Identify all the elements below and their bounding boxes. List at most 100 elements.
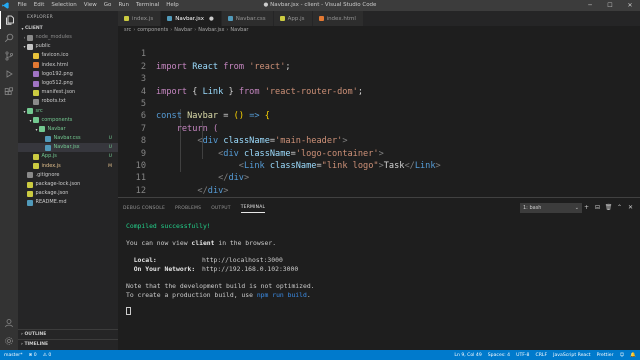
terminal-select[interactable]: 1: bash ⌄ (520, 203, 582, 213)
tree-file[interactable]: logo512.png (18, 79, 118, 88)
editor-tab[interactable]: index.js (118, 11, 162, 26)
code-editor[interactable]: 1 import React from 'react'; 2 3 import … (118, 35, 640, 208)
file-icon (27, 172, 33, 179)
file-icon (279, 16, 285, 21)
menu-run[interactable]: Run (115, 0, 133, 11)
tree-file[interactable]: logo192.png (18, 70, 118, 79)
breadcrumb-item[interactable]: Navbar.jsx (198, 26, 224, 35)
tree-file[interactable]: package-lock.json (18, 180, 118, 189)
prod-build-note: To create a production build, use npm ru… (126, 290, 311, 299)
maximize-button[interactable]: ☐ (600, 0, 620, 11)
encoding[interactable]: UTF-8 (516, 353, 529, 358)
formatter[interactable]: Prettier (597, 353, 614, 358)
menu-edit[interactable]: Edit (30, 0, 48, 11)
tree-item-label: index.html (41, 61, 69, 68)
indentation[interactable]: Spaces: 4 (488, 353, 510, 358)
close-window-button[interactable]: ✕ (620, 0, 640, 11)
branch-indicator[interactable]: master* (4, 353, 23, 358)
code-text: const Navbar = () => { (156, 111, 270, 122)
git-status-badge: U (108, 145, 112, 151)
close-panel-icon[interactable]: ✕ (625, 203, 636, 213)
tree-folder[interactable]: ▾ Navbar (18, 125, 118, 134)
file-icon (124, 16, 129, 21)
account-icon[interactable] (0, 314, 18, 332)
tree-file[interactable]: App.js U (18, 152, 118, 161)
tree-folder[interactable]: › node_modules (18, 33, 118, 42)
timeline-section[interactable]: › TIMELINE (18, 339, 118, 348)
outline-label: OUTLINE (24, 332, 47, 337)
feedback-icon[interactable]: ☺ (619, 353, 624, 358)
tree-file[interactable]: .gitignore (18, 171, 118, 180)
tree-item-label: src (35, 107, 43, 114)
minimize-button[interactable]: ─ (580, 0, 600, 11)
tree-file[interactable]: package.json (18, 189, 118, 198)
file-icon (45, 144, 51, 151)
code-text: <div className='logo-container'> (218, 148, 384, 159)
split-terminal-icon[interactable]: ⊟ (592, 203, 603, 213)
code-line: 4 (118, 73, 146, 97)
menu-selection[interactable]: Selection (48, 0, 80, 11)
extensions-icon[interactable] (0, 83, 18, 101)
panel-actions: + ⊟ 🗑 ⌃ ✕ (581, 203, 636, 213)
bell-icon[interactable]: 🔔 (630, 353, 636, 358)
tree-file[interactable]: favicon.ico (18, 51, 118, 60)
tree-folder[interactable]: ▾ public (18, 42, 118, 51)
editor-tab[interactable]: Navbar.css (221, 11, 274, 26)
language-mode[interactable]: JavaScript React (553, 353, 590, 358)
cursor-position[interactable]: Ln 9, Col 49 (454, 353, 481, 358)
activity-bar-bottom (0, 314, 18, 350)
trash-icon[interactable]: 🗑 (603, 203, 614, 213)
tree-file[interactable]: manifest.json (18, 88, 118, 97)
menu-view[interactable]: View (80, 0, 100, 11)
editor-tab[interactable]: Navbar.jsx ● (161, 11, 222, 26)
run-debug-icon[interactable] (0, 65, 18, 83)
menu-help[interactable]: Help (163, 0, 183, 11)
menu-file[interactable]: File (14, 0, 30, 11)
error-count[interactable]: ⊗ 0 (29, 353, 37, 358)
explorer-icon[interactable] (0, 11, 18, 29)
terminal-output[interactable]: Compiled successfully! You can now view … (126, 222, 315, 317)
workspace-folder[interactable]: ▾ CLIENT (18, 25, 118, 33)
unsaved-dot-icon[interactable]: ● (209, 16, 214, 22)
tree-file[interactable]: robots.txt (18, 97, 118, 106)
menu-terminal[interactable]: Terminal (132, 0, 162, 11)
new-terminal-icon[interactable]: + (581, 203, 592, 213)
tree-file[interactable]: index.js M (18, 162, 118, 171)
editor-tab[interactable]: index.html (312, 11, 364, 26)
tab-problems[interactable]: PROBLEMS (175, 204, 201, 213)
breadcrumb-item[interactable]: src (124, 26, 131, 35)
tree-file[interactable]: Navbar.jsx U (18, 143, 118, 153)
tree-item-label: package-lock.json (35, 181, 81, 187)
git-status-badge: M (108, 163, 112, 169)
line-ending[interactable]: CRLF (536, 353, 548, 358)
editor-tab[interactable]: App.js (273, 11, 313, 26)
chevron-right-icon: › (133, 27, 136, 33)
file-icon (227, 16, 233, 21)
maximize-panel-icon[interactable]: ⌃ (614, 203, 625, 213)
tree-folder[interactable]: ▾ components (18, 116, 118, 125)
tab-debug-console[interactable]: DEBUG CONSOLE (123, 204, 165, 213)
chevron-right-icon: › (170, 27, 173, 33)
code-line: 7 <div className='main-header'> (118, 110, 348, 146)
tab-output[interactable]: OUTPUT (211, 204, 231, 213)
breadcrumb-item[interactable]: Navbar (174, 26, 192, 35)
dev-build-note: Note that the development build is not o… (126, 282, 315, 291)
search-icon[interactable] (0, 29, 18, 47)
source-control-icon[interactable] (0, 47, 18, 65)
menu-go[interactable]: Go (100, 0, 115, 11)
settings-gear-icon[interactable] (0, 332, 18, 350)
breadcrumb-item[interactable]: Navbar (230, 26, 248, 35)
breadcrumb-item[interactable]: components (137, 26, 168, 35)
explorer-sidebar: EXPLORER ▾ CLIENT › node_modules ▾ public fa… (18, 11, 118, 350)
warning-count[interactable]: ⚠ 0 (43, 353, 52, 358)
tab-terminal[interactable]: TERMINAL (240, 203, 266, 213)
tree-file[interactable]: README.md (18, 198, 118, 207)
activity-bar (0, 11, 18, 350)
terminal-cursor (126, 307, 131, 316)
tree-folder[interactable]: ▾ src (18, 107, 118, 116)
tree-file[interactable]: Navbar.css U (18, 134, 118, 143)
tree-file[interactable]: index.html (18, 61, 118, 70)
view-message: You can now view client in the browser. (126, 239, 277, 248)
outline-section[interactable]: › OUTLINE (18, 329, 118, 338)
tree-item-label: App.js (41, 153, 57, 160)
